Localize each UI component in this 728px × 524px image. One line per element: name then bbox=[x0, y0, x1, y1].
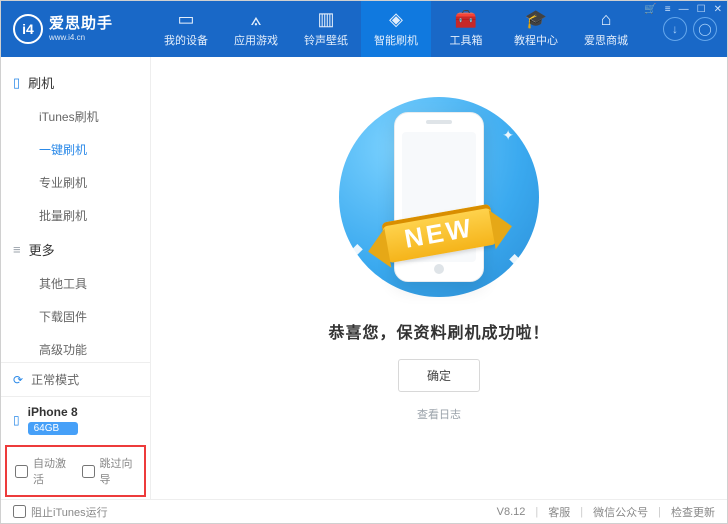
sidebar-item-oneclick[interactable]: 一键刷机 bbox=[1, 133, 150, 166]
device-info[interactable]: ▯ iPhone 8 64GB bbox=[1, 397, 150, 443]
download-icon[interactable]: ↓ bbox=[663, 17, 687, 41]
brand-url: www.i4.cn bbox=[49, 33, 113, 43]
storage-badge: 64GB bbox=[28, 422, 78, 435]
device-name: iPhone 8 bbox=[28, 405, 78, 419]
nav-flash[interactable]: ◈智能刷机 bbox=[361, 1, 431, 57]
sidebar-item-itunes[interactable]: iTunes刷机 bbox=[1, 100, 150, 133]
wechat-link[interactable]: 微信公众号 bbox=[593, 504, 648, 520]
max-icon[interactable]: ☐ bbox=[697, 4, 706, 15]
device-icon: ▯ bbox=[13, 413, 20, 427]
nav-guide[interactable]: 🎓教程中心 bbox=[501, 1, 571, 57]
update-link[interactable]: 检查更新 bbox=[671, 504, 715, 520]
brand: i4 爱思助手 www.i4.cn bbox=[1, 14, 151, 44]
device-mode[interactable]: ⟳ 正常模式 bbox=[1, 363, 150, 397]
nav: ▭我的设备 ⟑应用游戏 ▥铃声壁纸 ◈智能刷机 🧰工具箱 🎓教程中心 ⌂爱思商城 bbox=[151, 1, 663, 57]
flash-icon: ◈ bbox=[389, 10, 403, 28]
version-label: V8.12 bbox=[497, 506, 526, 518]
skip-guide-checkbox[interactable]: 跳过向导 bbox=[82, 455, 137, 487]
sidebar-bottom: ⟳ 正常模式 ▯ iPhone 8 64GB 自动激活 跳过向导 bbox=[1, 362, 150, 499]
mode-icon: ⟳ bbox=[13, 373, 23, 387]
guide-icon: 🎓 bbox=[525, 10, 547, 28]
nav-tools[interactable]: 🧰工具箱 bbox=[431, 1, 501, 57]
auto-activate-checkbox[interactable]: 自动激活 bbox=[15, 455, 70, 487]
service-link[interactable]: 客服 bbox=[548, 504, 570, 520]
ok-button[interactable]: 确定 bbox=[398, 359, 480, 392]
option-row: 自动激活 跳过向导 bbox=[5, 445, 146, 497]
block-itunes-checkbox[interactable]: 阻止iTunes运行 bbox=[13, 504, 108, 520]
nav-device[interactable]: ▭我的设备 bbox=[151, 1, 221, 57]
more-icon: ≡ bbox=[13, 242, 21, 257]
sidebar-section-flash[interactable]: ▯ 刷机 bbox=[1, 65, 150, 100]
sidebar-item-pro[interactable]: 专业刷机 bbox=[1, 166, 150, 199]
sidebar-item-batch[interactable]: 批量刷机 bbox=[1, 199, 150, 232]
cart-icon[interactable]: 🛒 bbox=[644, 4, 656, 15]
success-illustration: ✦ ✦ ◆ ◆ NEW bbox=[324, 97, 554, 297]
min-icon[interactable]: — bbox=[679, 4, 689, 15]
success-message: 恭喜您，保资料刷机成功啦！ bbox=[328, 319, 549, 343]
brand-name: 爱思助手 bbox=[49, 15, 113, 33]
top-actions: ↓ ◯ bbox=[663, 17, 727, 41]
mall-icon: ⌂ bbox=[601, 10, 612, 28]
nav-rings[interactable]: ▥铃声壁纸 bbox=[291, 1, 361, 57]
content: ✦ ✦ ◆ ◆ NEW 恭喜您，保资料刷机成功啦！ 确定 查看日志 bbox=[151, 57, 727, 499]
footer: 阻止iTunes运行 V8.12| 客服| 微信公众号| 检查更新 bbox=[1, 499, 727, 523]
sidebar-section-more[interactable]: ≡ 更多 bbox=[1, 232, 150, 267]
brand-logo-icon: i4 bbox=[13, 14, 43, 44]
phone-icon: ▯ bbox=[13, 75, 20, 91]
menu-icon[interactable]: ≡ bbox=[665, 4, 671, 15]
sidebar-item-other[interactable]: 其他工具 bbox=[1, 267, 150, 300]
close-icon[interactable]: ✕ bbox=[714, 4, 722, 15]
sidebar: ▯ 刷机 iTunes刷机 一键刷机 专业刷机 批量刷机 ≡ 更多 其他工具 下… bbox=[1, 57, 151, 499]
view-log-link[interactable]: 查看日志 bbox=[417, 406, 461, 422]
wallpaper-icon: ▥ bbox=[317, 10, 334, 28]
nav-apps[interactable]: ⟑应用游戏 bbox=[221, 1, 291, 57]
topbar: i4 爱思助手 www.i4.cn ▭我的设备 ⟑应用游戏 ▥铃声壁纸 ◈智能刷… bbox=[1, 1, 727, 57]
apps-icon: ⟑ bbox=[251, 10, 262, 28]
sidebar-item-firmware[interactable]: 下载固件 bbox=[1, 300, 150, 333]
user-icon[interactable]: ◯ bbox=[693, 17, 717, 41]
sidebar-item-advanced[interactable]: 高级功能 bbox=[1, 333, 150, 362]
nav-mall[interactable]: ⌂爱思商城 bbox=[571, 1, 641, 57]
device-icon: ▭ bbox=[177, 10, 194, 28]
toolbox-icon: 🧰 bbox=[455, 10, 477, 28]
